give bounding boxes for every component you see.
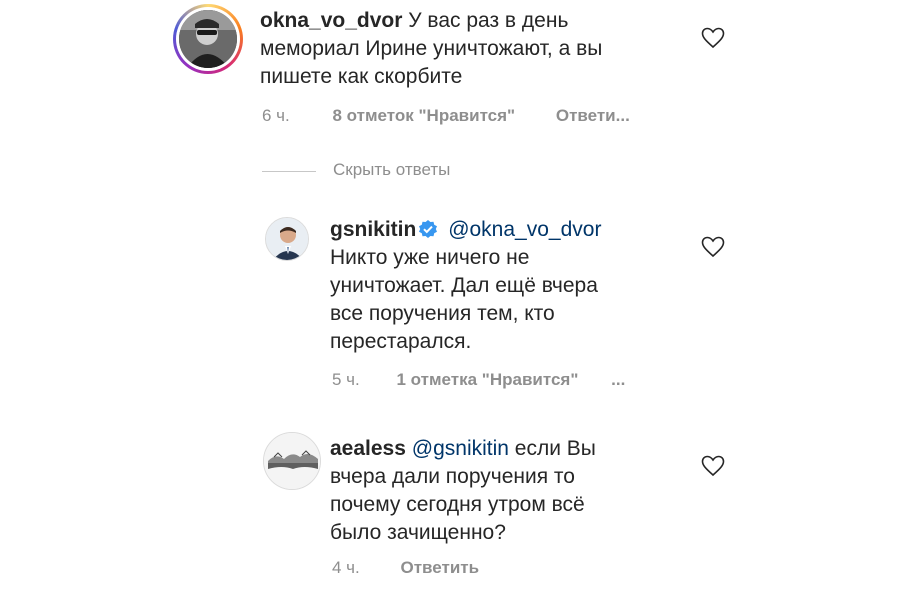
reply-button[interactable]: Ответи... [556, 106, 630, 125]
comment-meta: 5 ч. 1 отметка "Нравится" ... [332, 370, 625, 390]
landscape-icon [264, 433, 320, 489]
avatar[interactable] [265, 217, 309, 261]
user-photo-icon [266, 218, 308, 260]
comment-body: aealess @gsnikitin если Вы вчера дали по… [330, 435, 680, 547]
more-options-button[interactable]: ... [611, 370, 625, 389]
comment-text-line: все поручения тем, кто [330, 302, 555, 325]
comment-text-line: У вас раз в день [408, 9, 569, 32]
verified-badge-icon [419, 220, 438, 238]
comment-text-line: почему сегодня утром всё [330, 493, 585, 516]
timestamp: 6 ч. [262, 106, 290, 125]
comment-text-line: перестарался. [330, 330, 472, 353]
user-photo-icon [179, 10, 237, 68]
hide-replies-button[interactable]: Скрыть ответы [333, 160, 450, 180]
mention-link[interactable]: @okna_vo_dvor [448, 218, 601, 241]
comment-text-line: было зачищенно? [330, 521, 506, 544]
comment-text-line: уничтожает. Дал ещё вчера [330, 274, 598, 297]
comment-text-line: Никто уже ничего не [330, 246, 530, 269]
reply-button[interactable]: Ответить [401, 558, 480, 577]
comment-text-line: вчера дали поручения то [330, 465, 575, 488]
comment-body: okna_vo_dvor У вас раз в день мемориал И… [260, 7, 690, 91]
comment-text-line: пишете как скорбите [260, 65, 463, 88]
like-heart-icon[interactable] [701, 27, 725, 49]
avatar[interactable] [263, 432, 321, 490]
likes-count[interactable]: 1 отметка "Нравится" [397, 370, 579, 389]
like-heart-icon[interactable] [701, 236, 725, 258]
username[interactable]: aealess [330, 437, 406, 460]
like-heart-icon[interactable] [701, 455, 725, 477]
comment-body: gsnikitin @okna_vo_dvor Никто уже ничего… [330, 216, 680, 356]
username[interactable]: okna_vo_dvor [260, 9, 402, 32]
username[interactable]: gsnikitin [330, 218, 416, 241]
avatar [179, 10, 237, 68]
comment-text-line: мемориал Ирине уничтожают, а вы [260, 37, 603, 60]
replies-divider [262, 171, 316, 172]
timestamp: 4 ч. [332, 558, 360, 577]
story-ring[interactable] [173, 4, 243, 74]
likes-count[interactable]: 8 отметок "Нравится" [333, 106, 516, 125]
mention-link[interactable]: @gsnikitin [412, 437, 509, 460]
comment-text-line: если Вы [514, 437, 596, 460]
comment-meta: 6 ч. 8 отметок "Нравится" Ответи... [262, 106, 630, 126]
timestamp: 5 ч. [332, 370, 360, 389]
comment-meta: 4 ч. Ответить [332, 558, 479, 578]
